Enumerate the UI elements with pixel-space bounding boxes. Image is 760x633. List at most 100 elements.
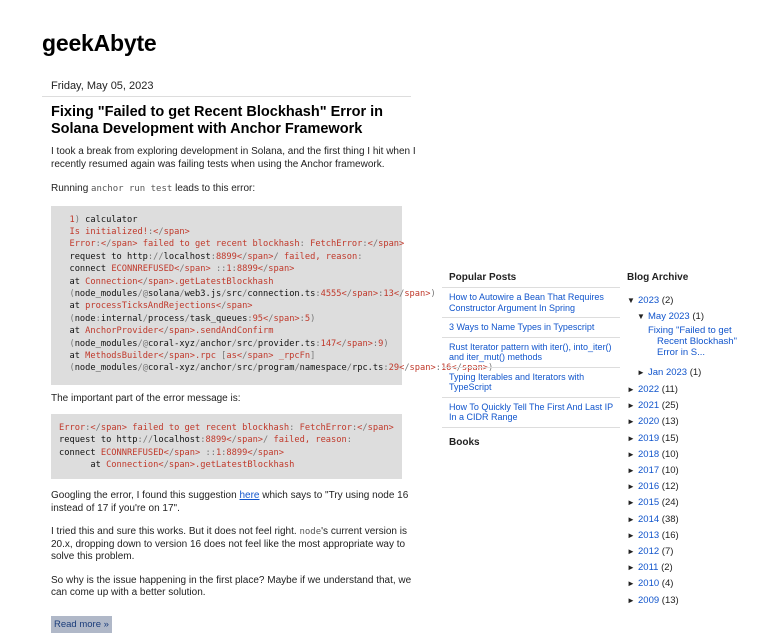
archive-tree: ▼ 2023 (2) ▼ May 2023 (1) Fixing "Failed t…	[623, 287, 760, 607]
triangle-right-icon[interactable]: ►	[627, 515, 638, 524]
post-paragraph-block: The important part of the error message …	[51, 393, 420, 406]
inline-code: node	[299, 527, 322, 537]
archive-year-link[interactable]: 2022	[638, 384, 659, 395]
post-paragraph: Running anchor run test leads to this er…	[51, 183, 420, 196]
code-line: Error:</span> failed to get recent block…	[59, 423, 394, 433]
popular-post-link[interactable]: How to Autowire a Bean That Requires Con…	[449, 292, 604, 313]
popular-post-link[interactable]: How To Quickly Tell The First And Last I…	[449, 402, 613, 423]
popular-post-link[interactable]: 3 Ways to Name Types in Typescript	[449, 322, 594, 332]
archive-count: (13)	[659, 594, 679, 606]
archive-year-link[interactable]: 2011	[638, 562, 658, 573]
archive-year-2018: ► 2018 (10)	[627, 449, 679, 460]
popular-post-link[interactable]: Rust Iterator pattern with iter(), into_…	[449, 342, 612, 363]
archive-year-link[interactable]: 2017	[638, 465, 659, 476]
archive-post-link[interactable]: Fixing "Failed to get Recent Blockhash" …	[648, 325, 758, 358]
triangle-right-icon[interactable]: ►	[627, 596, 638, 605]
blog-title[interactable]: geekAbyte	[42, 30, 157, 57]
triangle-down-icon[interactable]: ▼	[637, 312, 648, 321]
archive-year-link[interactable]: 2020	[638, 416, 659, 427]
archive-year-2012: ► 2012 (7)	[627, 546, 673, 557]
archive-count: (11)	[659, 384, 678, 395]
triangle-right-icon[interactable]: ►	[627, 547, 638, 556]
here-link[interactable]: here	[239, 490, 259, 501]
triangle-right-icon[interactable]: ►	[627, 482, 638, 491]
archive-count: (25)	[659, 400, 679, 412]
archive-year-link[interactable]: 2012	[638, 546, 659, 557]
code-line: Error:</span> failed to get recent block…	[69, 239, 405, 250]
code-block: 1) calculator Is initialized!:</span> Er…	[51, 205, 494, 385]
archive-count: (4)	[659, 578, 674, 590]
code-line: Is initialized!:</span>	[69, 226, 190, 237]
archive-count: (16)	[659, 529, 679, 541]
archive-year-2014: ► 2014 (38)	[627, 514, 679, 525]
popular-posts-widget: Popular Posts How to Autowire a Bean Tha…	[442, 272, 620, 448]
archive-year-link[interactable]: 2019	[638, 433, 659, 444]
popular-post-item: 3 Ways to Name Types in Typescript	[442, 318, 620, 338]
archive-count: (15)	[659, 432, 679, 444]
popular-post-link[interactable]: Typing Iterables and Iterators with Type…	[449, 372, 584, 393]
archive-month-link[interactable]: Jan 2023	[648, 367, 687, 378]
archive-count: (1)	[689, 367, 702, 378]
archive-count: (10)	[659, 465, 679, 476]
popular-posts-title: Popular Posts	[442, 272, 620, 288]
post-body-rest: Googling the error, I found this suggest…	[51, 490, 420, 600]
popular-post-item: How To Quickly Tell The First And Last I…	[442, 398, 620, 428]
triangle-right-icon[interactable]: ►	[627, 579, 638, 588]
archive-year-2013: ► 2013 (16)	[627, 530, 679, 541]
archive-year-link[interactable]: 2009	[638, 595, 659, 606]
triangle-right-icon[interactable]: ►	[627, 498, 638, 507]
archive-count: (38)	[659, 513, 679, 525]
post-paragraph: I tried this and sure this works. But it…	[51, 526, 420, 564]
triangle-down-icon[interactable]: ▼	[627, 296, 638, 305]
code-line: request to http://localhost:8899</span>/…	[59, 251, 363, 262]
post-title[interactable]: Fixing "Failed to get Recent Blockhash" …	[51, 104, 420, 138]
triangle-right-icon[interactable]: ►	[627, 531, 638, 540]
archive-year-link[interactable]: 2013	[638, 530, 659, 541]
code-line: request to http://localhost:8899</span>/…	[59, 435, 352, 446]
archive-year-link[interactable]: 2021	[638, 400, 659, 411]
read-more-button[interactable]: Read more »	[51, 615, 112, 633]
post-body: I took a break from exploring developmen…	[51, 146, 420, 196]
archive-month-may-2023: ▼ May 2023 (1)	[637, 311, 704, 322]
post: Friday, May 05, 2023 Fixing "Failed to g…	[42, 80, 494, 633]
triangle-right-icon[interactable]: ►	[627, 385, 638, 394]
archive-year-2021: ► 2021 (25)	[627, 400, 679, 411]
archive-year-link[interactable]: 2014	[638, 514, 659, 525]
books-title: Books	[449, 436, 480, 448]
triangle-right-icon[interactable]: ►	[627, 417, 638, 426]
archive-count: (7)	[659, 546, 674, 557]
triangle-right-icon[interactable]: ►	[637, 368, 648, 377]
code-line: at processTicksAndRejections</span>	[59, 301, 253, 312]
archive-year-2009: ► 2009 (13)	[627, 595, 679, 606]
post-paragraph: So why is the issue happening in the fir…	[51, 574, 412, 599]
archive-year-link[interactable]: 2010	[638, 578, 659, 589]
archive-year-2010: ► 2010 (4)	[627, 578, 673, 589]
archive-month-link[interactable]: May 2023	[648, 311, 690, 322]
triangle-right-icon[interactable]: ►	[627, 563, 638, 572]
text: I tried this and sure this works. But it…	[51, 526, 300, 537]
archive-count: (24)	[659, 497, 679, 509]
post-date: Friday, May 05, 2023	[42, 80, 411, 97]
triangle-right-icon[interactable]: ►	[627, 450, 638, 459]
archive-year-link[interactable]: 2015	[638, 497, 659, 508]
archive-year-link[interactable]: 2023	[638, 295, 659, 306]
archive-count: (2)	[658, 562, 673, 574]
archive-year-link[interactable]: 2018	[638, 449, 659, 460]
post-paragraph: The important part of the error message …	[51, 392, 241, 404]
code-line: (node_modules/@coral-xyz/anchor/src/prog…	[69, 363, 494, 374]
code-line: at AnchorProvider</span>.sendAndConfirm	[59, 326, 274, 337]
archive-year-2020: ► 2020 (13)	[627, 416, 679, 427]
text: Googling the error, I found this suggest…	[51, 490, 240, 501]
archive-year-2023: ▼ 2023 (2)	[627, 295, 673, 306]
archive-year-link[interactable]: 2016	[638, 481, 659, 492]
blog-archive-title: Blog Archive	[627, 272, 689, 283]
code-line: at MethodsBuilder</span>.rpc [as</span> …	[59, 350, 316, 361]
triangle-right-icon[interactable]: ►	[627, 466, 638, 475]
code-line: 1) calculator	[69, 214, 138, 225]
blog-archive-widget: Blog Archive ▼ 2023 (2) ▼ May 2023 (1) Fix…	[623, 272, 760, 607]
triangle-right-icon[interactable]: ►	[627, 434, 638, 443]
post-paragraph: I took a break from exploring developmen…	[51, 146, 416, 170]
triangle-right-icon[interactable]: ►	[627, 401, 638, 410]
popular-post-item: Rust Iterator pattern with iter(), into_…	[442, 338, 620, 368]
archive-year-2019: ► 2019 (15)	[627, 433, 679, 444]
